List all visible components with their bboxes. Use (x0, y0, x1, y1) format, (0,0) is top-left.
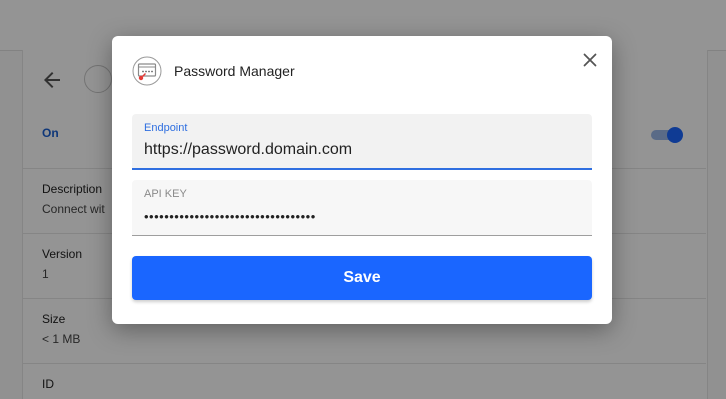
api-key-field[interactable]: API KEY (132, 180, 592, 236)
endpoint-input[interactable] (144, 138, 574, 162)
close-icon[interactable] (578, 48, 602, 72)
password-manager-icon (132, 56, 162, 86)
save-button[interactable]: Save (132, 256, 592, 300)
api-key-label: API KEY (144, 188, 187, 200)
endpoint-field[interactable]: Endpoint (132, 114, 592, 170)
endpoint-label: Endpoint (144, 122, 188, 134)
api-key-input[interactable] (144, 204, 574, 228)
password-manager-dialog: Password Manager Endpoint API KEY Save (112, 36, 612, 324)
dialog-title: Password Manager (174, 63, 295, 79)
